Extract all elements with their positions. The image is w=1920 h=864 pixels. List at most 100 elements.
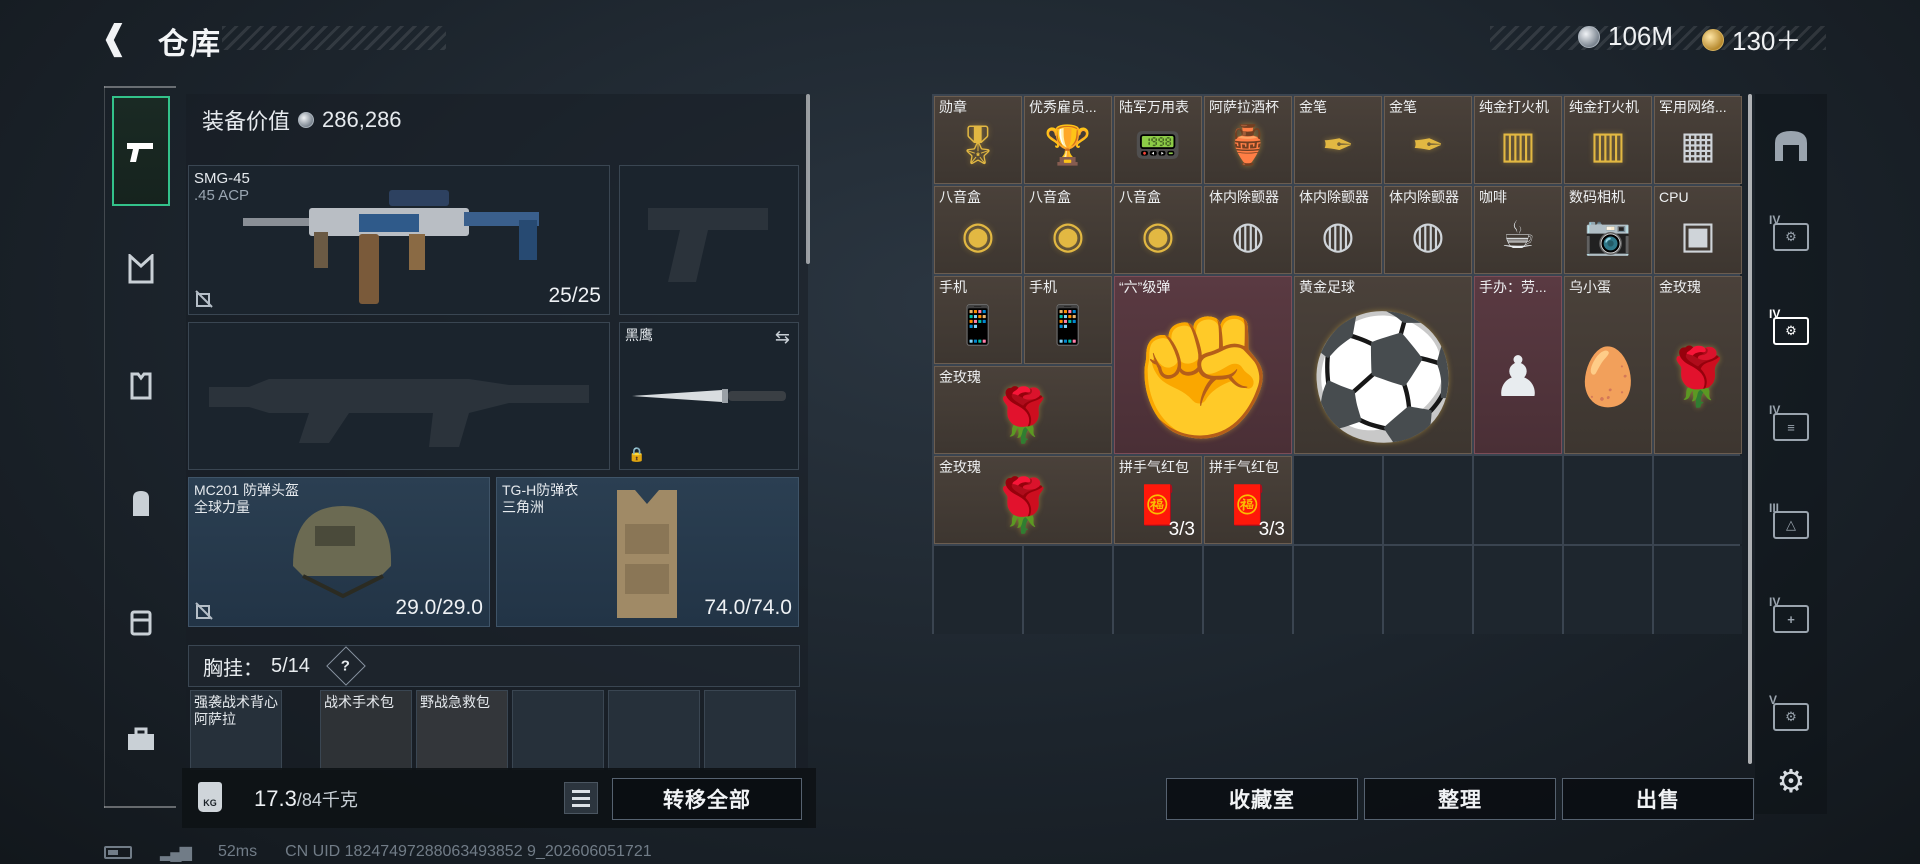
empty-cell[interactable] — [934, 546, 1022, 634]
secondary-weapon-slot[interactable] — [188, 322, 610, 470]
rose-icon: 🌹 — [1663, 345, 1733, 409]
category-chest-rig[interactable] — [112, 240, 170, 298]
transfer-all-button[interactable]: 转移全部 — [612, 778, 802, 820]
empty-cell[interactable] — [1654, 456, 1742, 544]
rig-slot-surgery-kit[interactable]: 战术手术包 — [320, 690, 412, 770]
category-weapons[interactable] — [112, 96, 170, 206]
warehouse-item[interactable]: 纯金打火机 ▥ — [1474, 96, 1562, 184]
equipment-value: 装备价值 286,286 — [202, 104, 402, 136]
warehouse-item[interactable]: 金笔 ✒ — [1384, 96, 1472, 184]
empty-cell[interactable] — [1294, 546, 1382, 634]
warehouse-item[interactable]: 阿萨拉酒杯 🏺 — [1204, 96, 1292, 184]
storage-tab-4b[interactable]: IV ≡ — [1762, 398, 1820, 456]
cpu-icon: ▣ — [1680, 215, 1716, 258]
empty-cell[interactable] — [1654, 546, 1742, 634]
uid: CN UID 18247497288063493852 9_2026060517… — [285, 843, 652, 860]
armor-sub: 三角洲 — [502, 499, 544, 515]
warehouse-item[interactable]: 手机 📱 — [1024, 276, 1112, 364]
storage-tab-4[interactable]: IV ⚙ — [1762, 208, 1820, 266]
helmet-slot[interactable]: MC201 防弹头盔 全球力量 29.0/29.0 — [188, 477, 490, 627]
empty-cell[interactable] — [1294, 456, 1382, 544]
item-name: 军用网络... — [1659, 99, 1727, 115]
sort-button[interactable]: 整理 — [1364, 778, 1556, 820]
storage-tab-4-active[interactable]: IV ⚙ — [1762, 302, 1820, 360]
empty-cell[interactable] — [1204, 546, 1292, 634]
warehouse-item[interactable]: 咖啡 ☕ — [1474, 186, 1562, 274]
rig-slot-first-aid[interactable]: 野战急救包 — [416, 690, 508, 770]
empty-cell[interactable] — [1384, 456, 1472, 544]
primary-weapon-slot[interactable]: SMG-45 .45 ACP 25/25 — [188, 165, 610, 315]
warehouse-item[interactable]: 优秀雇员... 🏆 — [1024, 96, 1112, 184]
storage-tab-overview[interactable] — [1762, 116, 1820, 174]
item-name: 数码相机 — [1569, 189, 1625, 205]
warehouse-item[interactable]: 八音盒 ◉ — [1114, 186, 1202, 274]
help-button[interactable]: ? — [326, 646, 366, 686]
empty-cell[interactable] — [1564, 546, 1652, 634]
warehouse-item[interactable]: 手办：劳... ♟ — [1474, 276, 1562, 454]
warehouse-item[interactable]: 数码相机 📷 — [1564, 186, 1652, 274]
warehouse-item[interactable]: 体内除颤器 ◍ — [1294, 186, 1382, 274]
warehouse-item[interactable]: 金玫瑰 🌹 — [934, 456, 1112, 544]
category-pouch[interactable] — [112, 593, 170, 651]
warehouse-item[interactable]: 陆军万用表 📟 — [1114, 96, 1202, 184]
melee-slot[interactable]: 黑鹰 ⇆ 🔒 — [619, 322, 799, 470]
empty-cell[interactable] — [1114, 546, 1202, 634]
warehouse-item[interactable]: 金玫瑰 🌹 — [1654, 276, 1742, 454]
page-title: 仓库 — [158, 28, 222, 61]
rig-slot-vest[interactable]: 强袭战术背心 阿萨拉 — [190, 690, 282, 770]
category-safe-box[interactable] — [112, 710, 170, 768]
warehouse-item[interactable]: 体内除颤器 ◍ — [1384, 186, 1472, 274]
storage-tab-4c[interactable]: IV + — [1762, 590, 1820, 648]
warehouse-item[interactable]: 金玫瑰 🌹 — [934, 366, 1112, 454]
warehouse-item[interactable]: 八音盒 ◉ — [934, 186, 1022, 274]
empty-cell[interactable] — [1474, 546, 1562, 634]
warehouse-item[interactable]: 拼手气红包 🧧 3/3 — [1114, 456, 1202, 544]
armor-slot[interactable]: TG-H防弹衣 三角洲 74.0/74.0 — [496, 477, 799, 627]
empty-cell[interactable] — [1474, 456, 1562, 544]
storage-tab-5[interactable]: V ⚙ — [1762, 688, 1820, 746]
equipment-scrollbar[interactable] — [806, 94, 810, 264]
empty-cell[interactable] — [1024, 546, 1112, 634]
warehouse-item[interactable]: 纯金打火机 ▥ — [1564, 96, 1652, 184]
warehouse-item[interactable]: “六”级弹 ✊ — [1114, 276, 1292, 454]
warehouse-item[interactable]: 勋章 🎖 — [934, 96, 1022, 184]
warehouse-scrollbar[interactable] — [1748, 94, 1752, 764]
rig-slot-empty[interactable] — [704, 690, 796, 770]
item-name: 拼手气红包 — [1119, 459, 1189, 475]
warehouse-item[interactable]: 体内除颤器 ◍ — [1204, 186, 1292, 274]
list-view-button[interactable] — [564, 782, 598, 814]
item-name: 八音盒 — [1119, 189, 1161, 205]
gold-currency[interactable]: 130＋ — [1702, 21, 1801, 58]
item-name: 手机 — [939, 279, 967, 295]
rail-divider — [104, 806, 176, 808]
category-backpack[interactable] — [112, 474, 170, 532]
swap-icon[interactable]: ⇆ — [775, 327, 790, 348]
settings-gear-icon[interactable]: ⚙ — [1762, 752, 1820, 810]
rig-slot-empty[interactable] — [512, 690, 604, 770]
item-name: 勋章 — [939, 99, 967, 115]
storage-icon: V ⚙ — [1769, 693, 1809, 731]
storage-tab-3[interactable]: III △ — [1762, 496, 1820, 554]
category-armor[interactable] — [112, 357, 170, 415]
warehouse-item[interactable]: 乌小蛋 🥚 — [1564, 276, 1652, 454]
vest-icon — [617, 490, 677, 618]
empty-cell[interactable] — [1564, 456, 1652, 544]
weight-current: 17.3 — [254, 786, 297, 811]
sell-button[interactable]: 出售 — [1562, 778, 1754, 820]
item-name: 体内除颤器 — [1209, 189, 1279, 205]
collection-room-button[interactable]: 收藏室 — [1166, 778, 1358, 820]
warehouse-item[interactable]: 八音盒 ◉ — [1024, 186, 1112, 274]
warehouse-item[interactable]: 黄金足球 ⚽ — [1294, 276, 1472, 454]
back-arrow-icon[interactable]: ❰ — [100, 18, 134, 58]
rig-slot-empty[interactable] — [608, 690, 700, 770]
helmet-durability: 29.0/29.0 — [395, 596, 483, 619]
empty-cell[interactable] — [1384, 546, 1472, 634]
sidearm-slot[interactable] — [619, 165, 799, 315]
warehouse-item[interactable]: 拼手气红包 🧧 3/3 — [1204, 456, 1292, 544]
warehouse-item[interactable]: 金笔 ✒ — [1294, 96, 1382, 184]
armor-name: TG-H防弹衣 — [502, 482, 579, 498]
warehouse-item[interactable]: 军用网络... ▦ — [1654, 96, 1742, 184]
storage-icon: IV ⚙ — [1769, 307, 1809, 345]
warehouse-item[interactable]: 手机 📱 — [934, 276, 1022, 364]
warehouse-item[interactable]: CPU ▣ — [1654, 186, 1742, 274]
